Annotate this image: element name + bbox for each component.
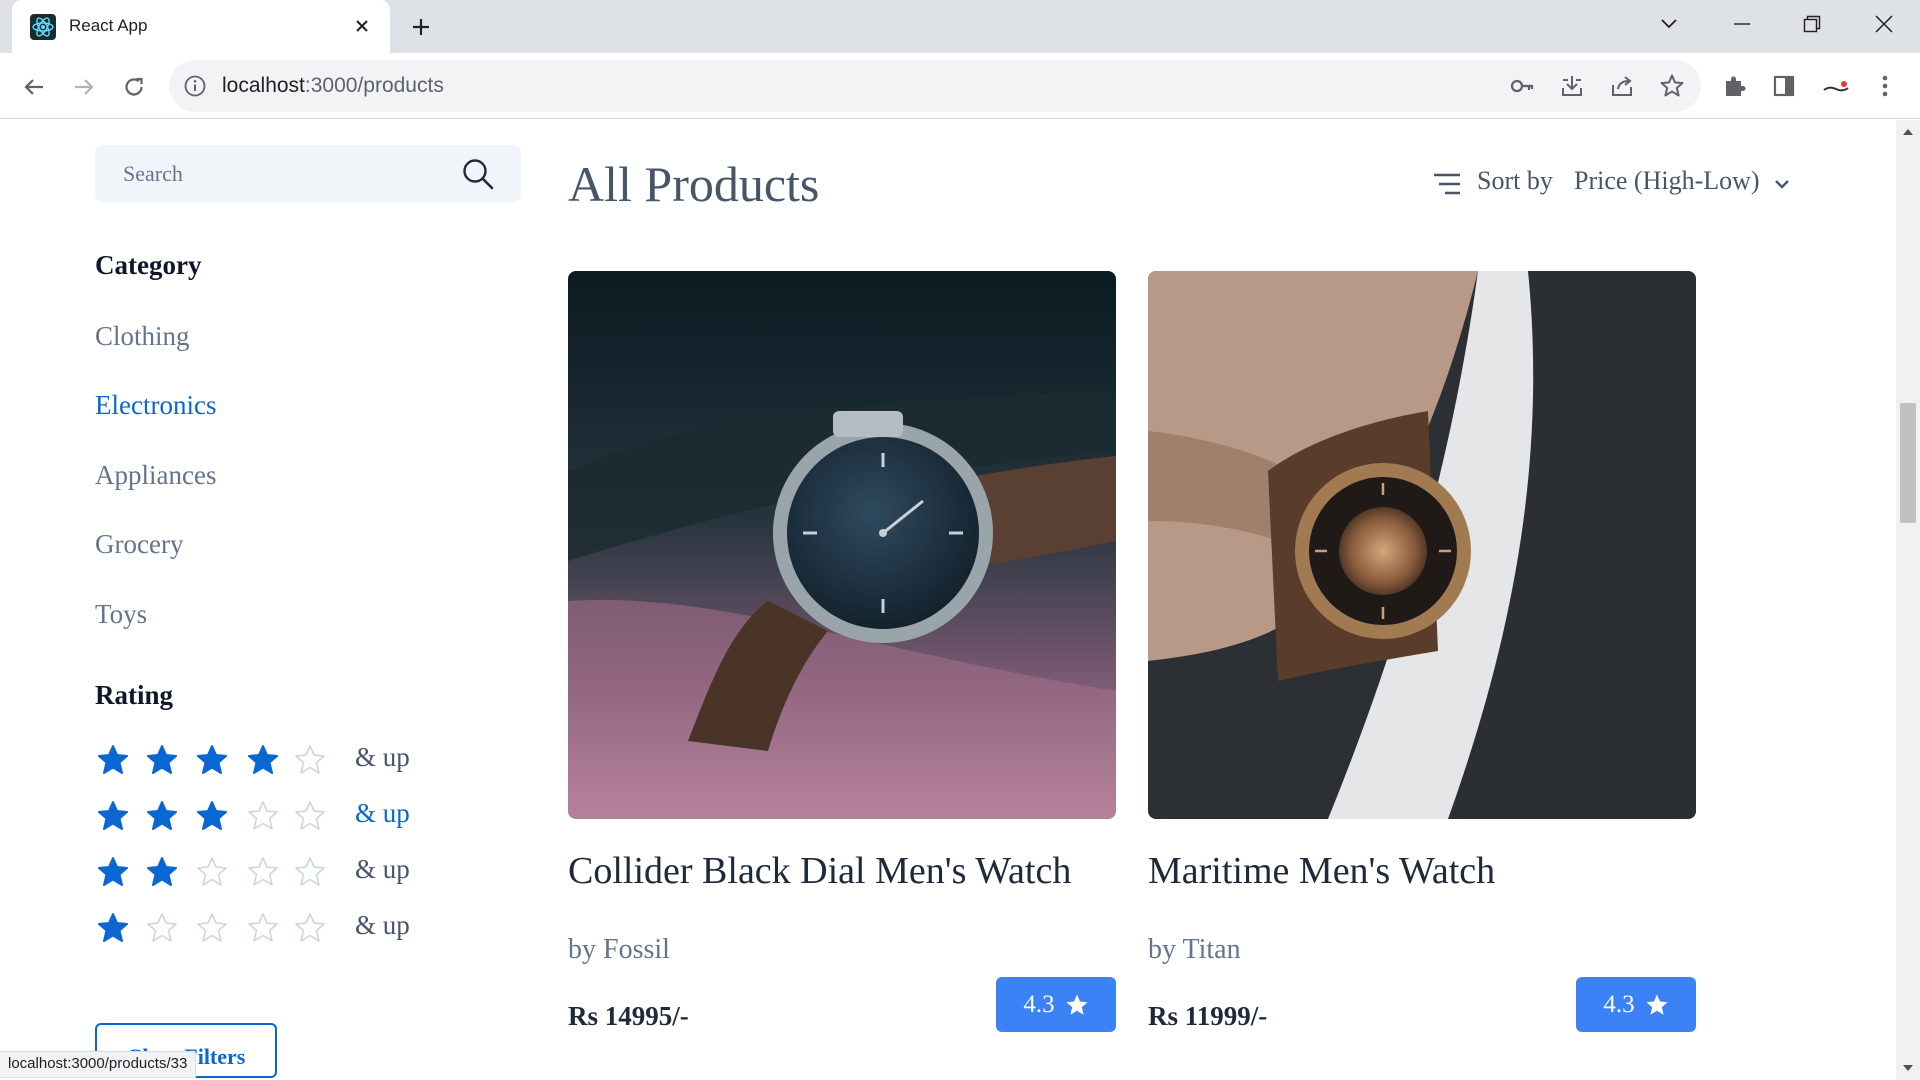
profile-avatar-icon[interactable] bbox=[1819, 69, 1853, 103]
scroll-up-arrow-icon[interactable] bbox=[1896, 122, 1920, 142]
page-scrollbar[interactable] bbox=[1896, 120, 1920, 1080]
rating-and-up-label: & up bbox=[355, 742, 410, 772]
category-toys[interactable]: Toys bbox=[95, 599, 147, 630]
product-image-watch[interactable] bbox=[1148, 271, 1696, 819]
scrollbar-thumb[interactable] bbox=[1900, 403, 1916, 523]
product-price: Rs 11999/- bbox=[1148, 1001, 1268, 1031]
search-input[interactable] bbox=[123, 157, 443, 191]
browser-toolbar: localhost:3000/products bbox=[0, 53, 1920, 119]
star-filled-icon bbox=[98, 745, 128, 774]
star-outline-icon bbox=[197, 913, 227, 942]
rating-heading: Rating bbox=[95, 680, 174, 710]
browser-menu-icon[interactable] bbox=[1868, 69, 1902, 103]
sort-control[interactable]: Sort by Price (High-Low) bbox=[1432, 166, 1802, 202]
extensions-puzzle-icon[interactable] bbox=[1718, 69, 1752, 103]
star-filled-icon bbox=[147, 801, 177, 830]
rating-and-up-label: & up bbox=[355, 910, 410, 940]
tab-close-icon[interactable] bbox=[349, 13, 375, 39]
star-filled-icon bbox=[197, 745, 227, 774]
site-info-icon[interactable] bbox=[183, 74, 207, 98]
close-window-icon[interactable] bbox=[1864, 8, 1904, 40]
rating-filter-3-up[interactable]: & up bbox=[95, 796, 435, 836]
minimize-icon[interactable] bbox=[1722, 8, 1762, 40]
new-tab-icon[interactable] bbox=[405, 13, 437, 41]
tab-search-chevron-icon[interactable] bbox=[1649, 8, 1689, 40]
star-outline-icon bbox=[295, 745, 325, 774]
star-filled-icon bbox=[98, 913, 128, 942]
category-electronics[interactable]: Electronics bbox=[95, 390, 216, 421]
star-outline-icon bbox=[295, 801, 325, 830]
star-outline-icon bbox=[295, 857, 325, 886]
status-url-tooltip: localhost:3000/products/33 bbox=[0, 1051, 197, 1078]
star-outline-icon bbox=[248, 801, 278, 830]
sort-lines-icon bbox=[1434, 173, 1460, 195]
category-appliances[interactable]: Appliances bbox=[95, 460, 216, 491]
product-price: Rs 14995/- bbox=[568, 1001, 689, 1031]
url-text[interactable]: localhost:3000/products bbox=[222, 74, 444, 98]
side-panel-icon[interactable] bbox=[1767, 69, 1801, 103]
react-logo-icon bbox=[30, 14, 56, 40]
search-icon[interactable] bbox=[461, 157, 495, 191]
category-grocery[interactable]: Grocery bbox=[95, 529, 183, 560]
category-heading: Category bbox=[95, 250, 202, 280]
rating-filter-4-up[interactable]: & up bbox=[95, 740, 435, 780]
star-outline-icon bbox=[295, 913, 325, 942]
chevron-down-icon[interactable] bbox=[1772, 174, 1792, 194]
address-bar[interactable]: localhost:3000/products bbox=[169, 60, 1701, 112]
rating-badge: 4.3 bbox=[996, 977, 1116, 1032]
product-brand: by Titan bbox=[1148, 934, 1241, 965]
star-outline-icon bbox=[197, 857, 227, 886]
product-brand: by Fossil bbox=[568, 934, 670, 965]
star-icon bbox=[1646, 994, 1668, 1015]
rating-and-up-label: & up bbox=[355, 854, 410, 884]
product-image-watch[interactable] bbox=[568, 271, 1116, 819]
category-clothing[interactable]: Clothing bbox=[95, 321, 190, 352]
page-title: All Products bbox=[568, 156, 820, 212]
share-icon[interactable] bbox=[1608, 72, 1636, 100]
product-name[interactable]: Collider Black Dial Men's Watch bbox=[568, 849, 1071, 893]
star-outline-icon bbox=[147, 913, 177, 942]
sort-by-label: Sort by bbox=[1477, 166, 1553, 195]
restore-icon[interactable] bbox=[1792, 8, 1832, 40]
star-filled-icon bbox=[98, 857, 128, 886]
star-filled-icon bbox=[147, 745, 177, 774]
search-box bbox=[95, 145, 521, 202]
product-name[interactable]: Maritime Men's Watch bbox=[1148, 849, 1495, 893]
password-key-icon[interactable] bbox=[1508, 72, 1536, 100]
forward-arrow-icon[interactable] bbox=[66, 69, 102, 105]
sort-select[interactable]: Price (High-Low) bbox=[1574, 166, 1760, 196]
scroll-down-arrow-icon[interactable] bbox=[1896, 1058, 1920, 1078]
browser-tab[interactable]: React App bbox=[12, 0, 390, 53]
reload-icon[interactable] bbox=[116, 69, 152, 105]
rating-and-up-label: & up bbox=[355, 798, 410, 828]
back-arrow-icon[interactable] bbox=[16, 69, 52, 105]
star-filled-icon bbox=[197, 801, 227, 830]
rating-filter-2-up[interactable]: & up bbox=[95, 852, 435, 892]
bookmark-star-icon[interactable] bbox=[1658, 72, 1686, 100]
tab-title: React App bbox=[69, 16, 148, 35]
star-icon bbox=[1066, 994, 1088, 1015]
rating-filter-1-up[interactable]: & up bbox=[95, 908, 435, 948]
star-outline-icon bbox=[248, 857, 278, 886]
rating-value: 4.3 bbox=[1603, 990, 1635, 1018]
star-filled-icon bbox=[98, 801, 128, 830]
browser-tabstrip: React App bbox=[0, 0, 1920, 53]
star-filled-icon bbox=[147, 857, 177, 886]
star-filled-icon bbox=[248, 745, 278, 774]
products-page: Category Clothing Electronics Appliances… bbox=[0, 120, 1896, 1080]
star-outline-icon bbox=[248, 913, 278, 942]
rating-badge: 4.3 bbox=[1576, 977, 1696, 1032]
install-app-icon[interactable] bbox=[1558, 72, 1586, 100]
rating-value: 4.3 bbox=[1023, 990, 1055, 1018]
